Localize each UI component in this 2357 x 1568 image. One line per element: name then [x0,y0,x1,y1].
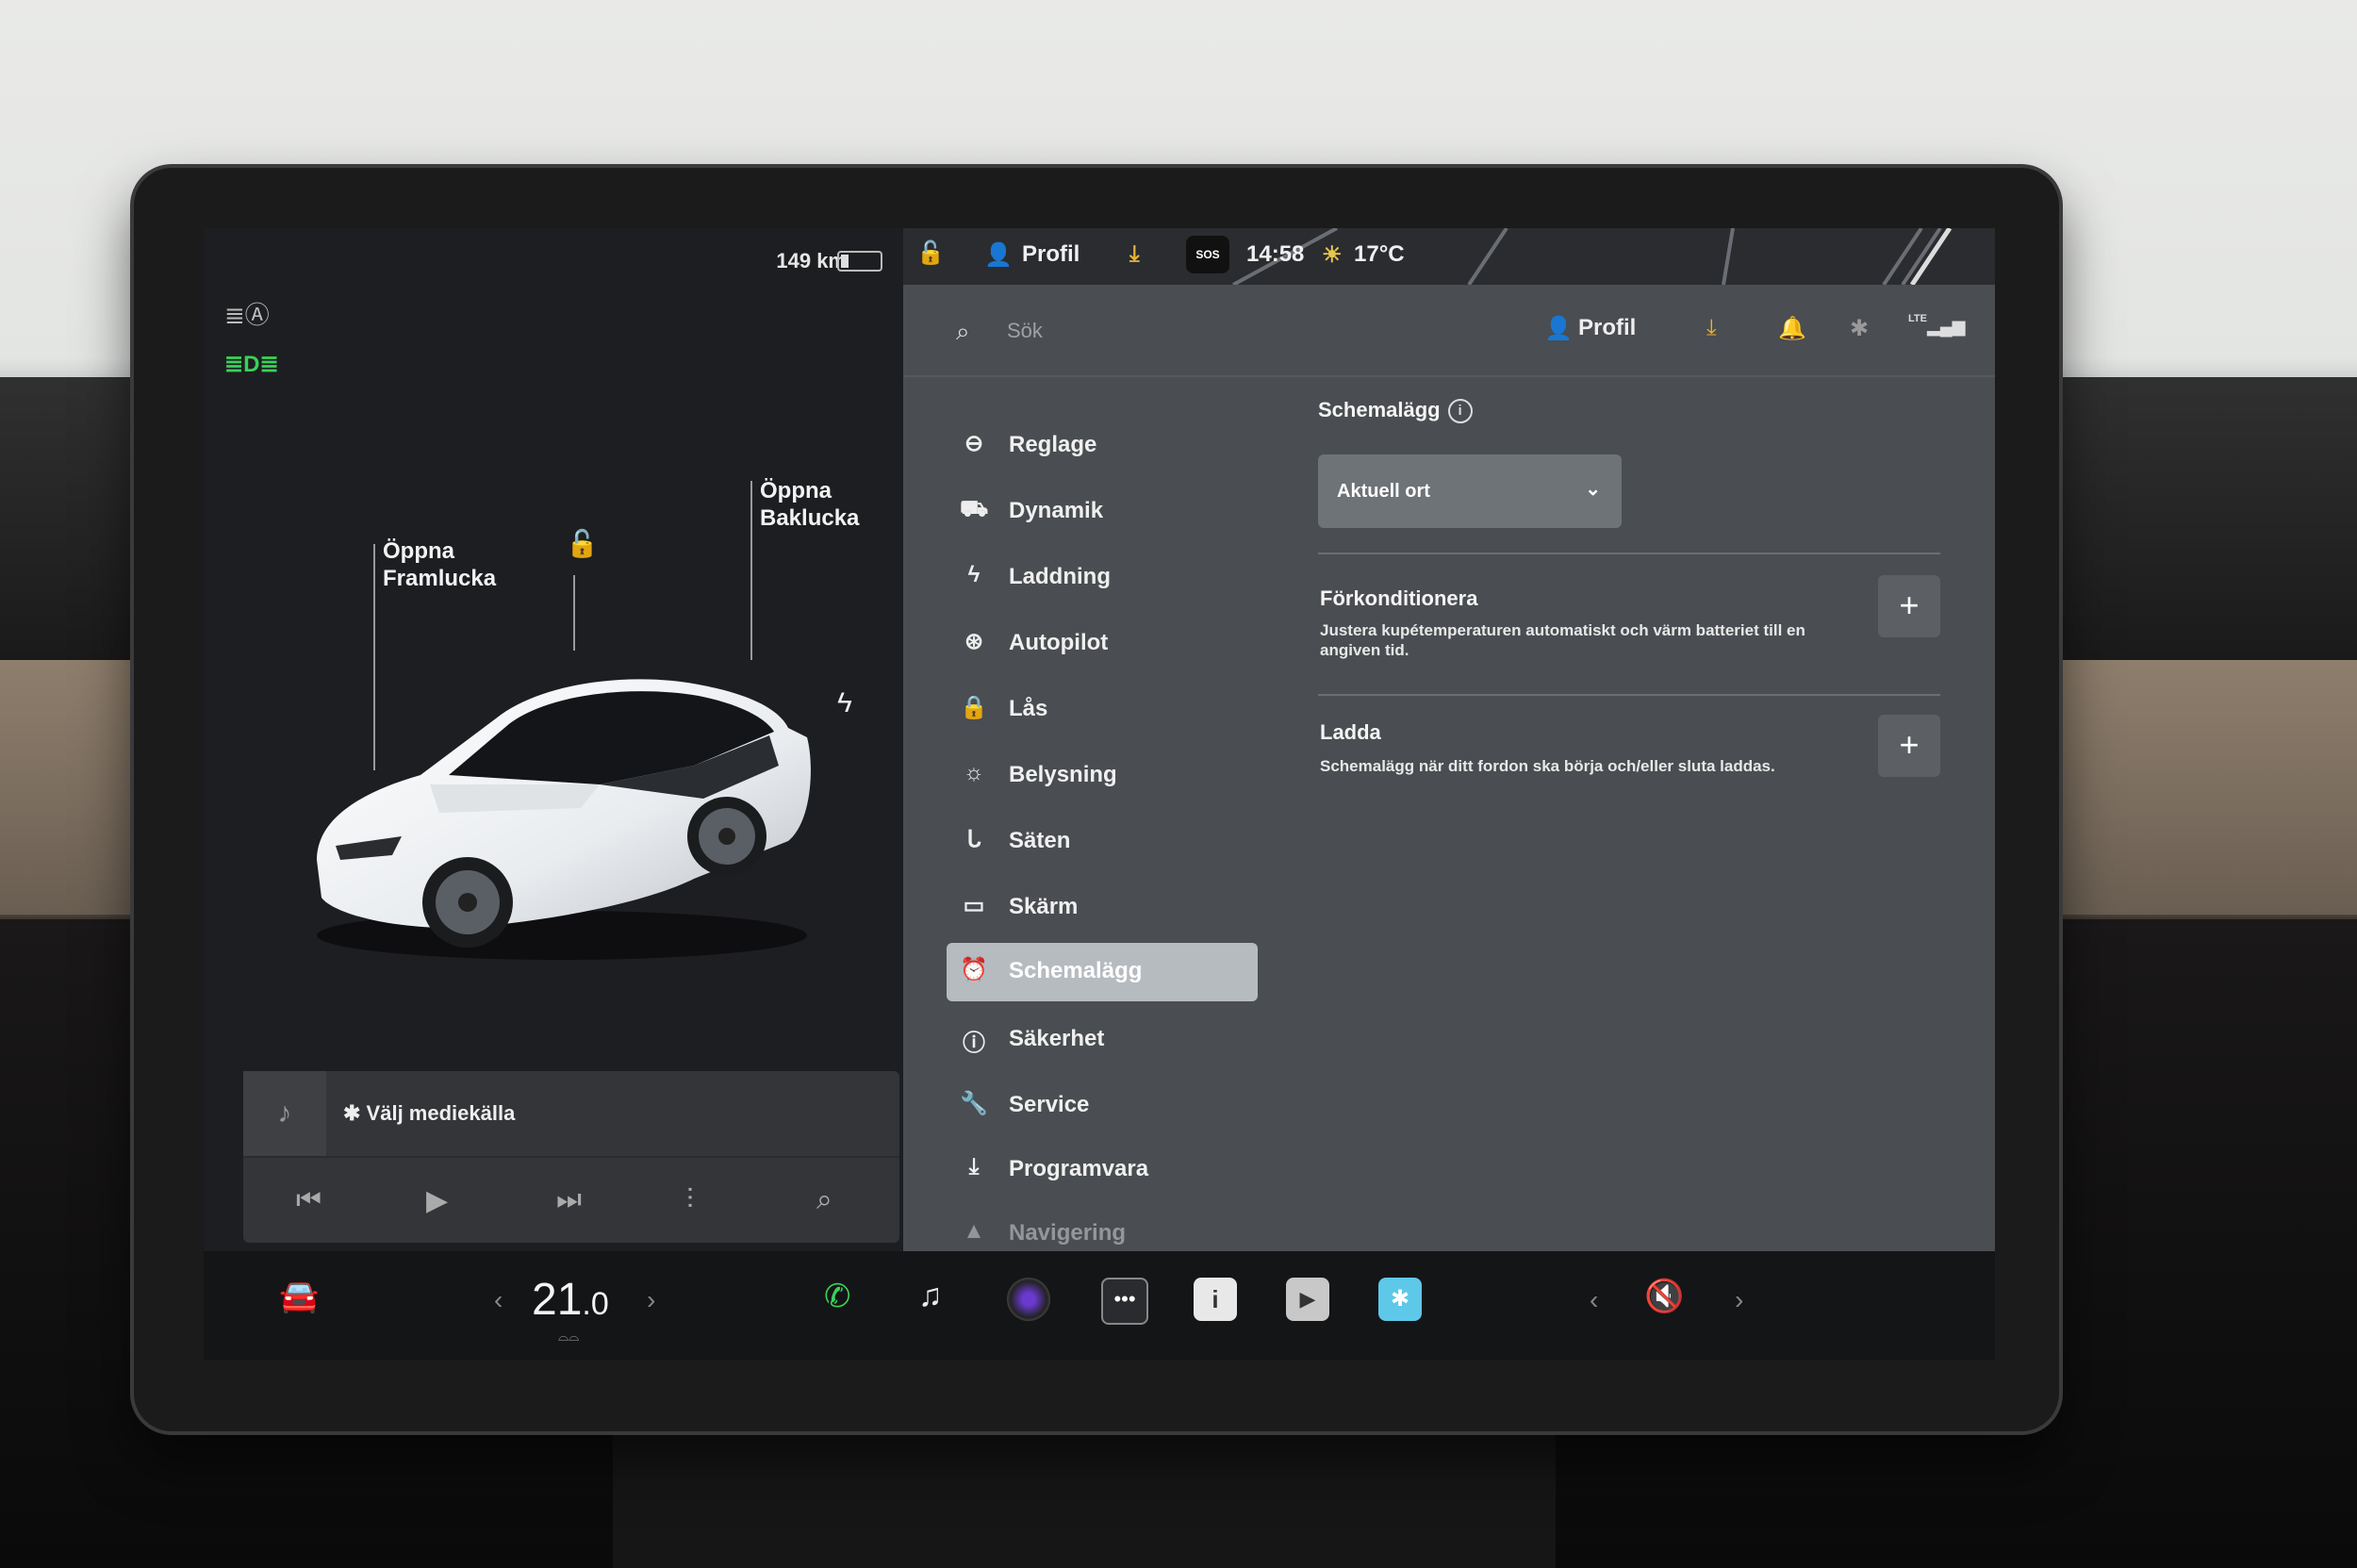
sun-icon: ☼ [964,760,984,785]
bottom-bar: 🚘 ‹ 21.0 › ⌓⌓ ✆ ♫ ••• i ▶ ✱ ‹ 🔇 › [204,1251,1995,1360]
car-3d-image [317,679,811,960]
equalizer-icon[interactable]: ⫶ [686,1184,694,1216]
download-status-icon[interactable]: ⤓ [1129,241,1140,268]
open-trunk-label[interactable]: Öppna Baklucka [760,477,859,532]
location-select[interactable]: Aktuell ort ⌄ [1318,454,1622,528]
music-icon[interactable]: ♫ [918,1278,943,1314]
battery-icon [837,251,882,272]
select-media-source[interactable]: ✱ Välj mediekälla [343,1101,515,1126]
menu-item-autopilot[interactable]: ⊛ Autopilot [947,615,1258,669]
settings-header: ⌕ Sök 👤 Profil ⤓ 🔔 ✱ LTE ▂▄▆ [903,285,1995,377]
menu-item-las[interactable]: 🔒 Lås [947,681,1258,735]
charge-description: Schemalägg när ditt fordon ska börja och… [1320,757,1775,775]
menu-item-dynamik[interactable]: ⛟ Dynamik [947,483,1258,537]
search-icon[interactable]: ⌕ [956,317,970,347]
toggle-icon: ⊖ [964,431,984,456]
lock-icon: 🔒 [960,695,988,720]
map-strip[interactable]: 🔓 👤 Profil ⤓ SOS 14:58 ☀ 17°C [903,228,1995,285]
weather-sun-icon: ☀ [1322,242,1343,268]
more-apps-icon[interactable]: ••• [1101,1278,1148,1325]
menu-item-programvara[interactable]: ⤓ Programvara [947,1141,1258,1196]
outside-temperature: 17°C [1354,241,1405,267]
media-source-label: Välj mediekälla [366,1101,516,1125]
menu-item-sakerhet[interactable]: ⓘ Säkerhet [947,1011,1258,1065]
add-charge-schedule-button[interactable]: + [1878,715,1940,777]
media-search-icon[interactable]: ⌕ [816,1184,832,1216]
temp-up-chevron-icon[interactable]: › [647,1285,655,1315]
menu-item-reglage[interactable]: ⊖ Reglage [947,417,1258,471]
bluetooth-icon[interactable]: ✱ [1850,315,1869,342]
location-select-value: Aktuell ort [1337,481,1430,502]
search-input[interactable]: Sök [1007,319,1043,343]
display-icon: ▭ [963,893,985,918]
menu-item-saten[interactable]: ᒐ Säten [947,813,1258,867]
range-readout: 149 km [776,249,847,272]
bluetooth-app-icon[interactable]: ✱ [1378,1278,1422,1321]
manual-icon[interactable]: i [1194,1278,1237,1321]
lock-status-icon[interactable]: 🔓 [916,239,945,267]
menu-item-skarm[interactable]: ▭ Skärm [947,879,1258,933]
bolt-icon: ϟ [967,562,981,587]
volume-down-chevron-icon[interactable]: ‹ [1590,1285,1598,1315]
next-track-icon[interactable]: ⏭ [556,1184,582,1216]
schedule-title: Schemalägg i [1318,398,1959,424]
menu-item-schemalagg[interactable]: ⏰ Schemalägg [947,943,1258,1001]
temp-down-chevron-icon[interactable]: ‹ [494,1285,503,1315]
menu-item-belysning[interactable]: ☼ Belysning [947,747,1258,801]
seat-heater-icon[interactable]: ⌓⌓ [558,1329,579,1345]
precondition-title: Förkonditionera [1320,586,1478,610]
play-icon[interactable]: ▶ [426,1184,448,1217]
precondition-description: Justera kupétemperaturen automatiskt och… [1320,621,1805,659]
schedule-content: Schemalägg i Aktuell ort ⌄ Förkonditioner… [1318,398,1959,777]
alert-icon: ⓘ [963,1031,985,1056]
media-player: ♪ ✱ Välj mediekälla ⏮ ▶ ⏭ ⫶ ⌕ [243,1071,899,1243]
info-icon[interactable]: i [1447,399,1473,424]
charge-port-icon[interactable]: ϟ [837,687,852,719]
open-frunk-label[interactable]: Öppna Framlucka [383,537,496,592]
settings-pane: 🔓 👤 Profil ⤓ SOS 14:58 ☀ 17°C ⌕ Sök 👤 Pr… [903,228,1995,1251]
navigation-icon: ▲ [963,1218,985,1244]
wrench-icon: 🔧 [960,1091,988,1116]
add-precondition-button[interactable]: + [1878,575,1940,637]
seat-icon: ᒐ [966,827,981,852]
lte-label: LTE [1908,313,1927,324]
menu-item-laddning[interactable]: ϟ Laddning [947,549,1258,603]
drl-lights-icon[interactable]: ≣D≣ [224,351,279,378]
previous-track-icon[interactable]: ⏮ [296,1184,321,1216]
header-profile[interactable]: Profil [1578,315,1636,341]
download-icon[interactable]: ⤓ [1706,315,1717,341]
theater-icon[interactable]: ▶ [1286,1278,1329,1321]
car-icon: ⛟ [960,496,989,521]
profile-status-icon[interactable]: 👤 [984,241,1013,269]
signal-icon: ▂▄▆ [1927,317,1966,336]
charge-title: Ladda [1320,720,1381,744]
chevron-down-icon: ⌄ [1585,479,1601,500]
menu-item-service[interactable]: 🔧 Service [947,1077,1258,1131]
clock: 14:58 [1246,241,1305,267]
unlock-icon[interactable]: 🔓 [566,528,599,559]
camera-icon[interactable] [1007,1278,1050,1321]
clock-icon: ⏰ [960,957,988,982]
download-icon: ⤓ [968,1154,980,1180]
music-note-icon: ♪ [243,1071,326,1156]
sos-button[interactable]: SOS [1186,236,1229,273]
profile-icon[interactable]: 👤 [1544,315,1573,342]
status-profile[interactable]: Profil [1022,241,1080,268]
cabin-temperature[interactable]: 21.0 [532,1274,609,1326]
auto-headlights-icon[interactable]: ≣Ⓐ [224,296,270,331]
touchscreen: 149 km ≣Ⓐ ≣D≣ Öppna Framlucka Öppna Bakl… [204,228,1995,1360]
mute-icon[interactable]: 🔇 [1644,1278,1684,1315]
volume-up-chevron-icon[interactable]: › [1735,1285,1743,1315]
car-icon[interactable]: 🚘 [279,1278,319,1315]
car-status-pane: 149 km ≣Ⓐ ≣D≣ Öppna Framlucka Öppna Bakl… [204,228,903,1251]
phone-icon[interactable]: ✆ [824,1278,851,1315]
bell-icon[interactable]: 🔔 [1778,315,1806,342]
steering-wheel-icon: ⊛ [964,629,984,654]
